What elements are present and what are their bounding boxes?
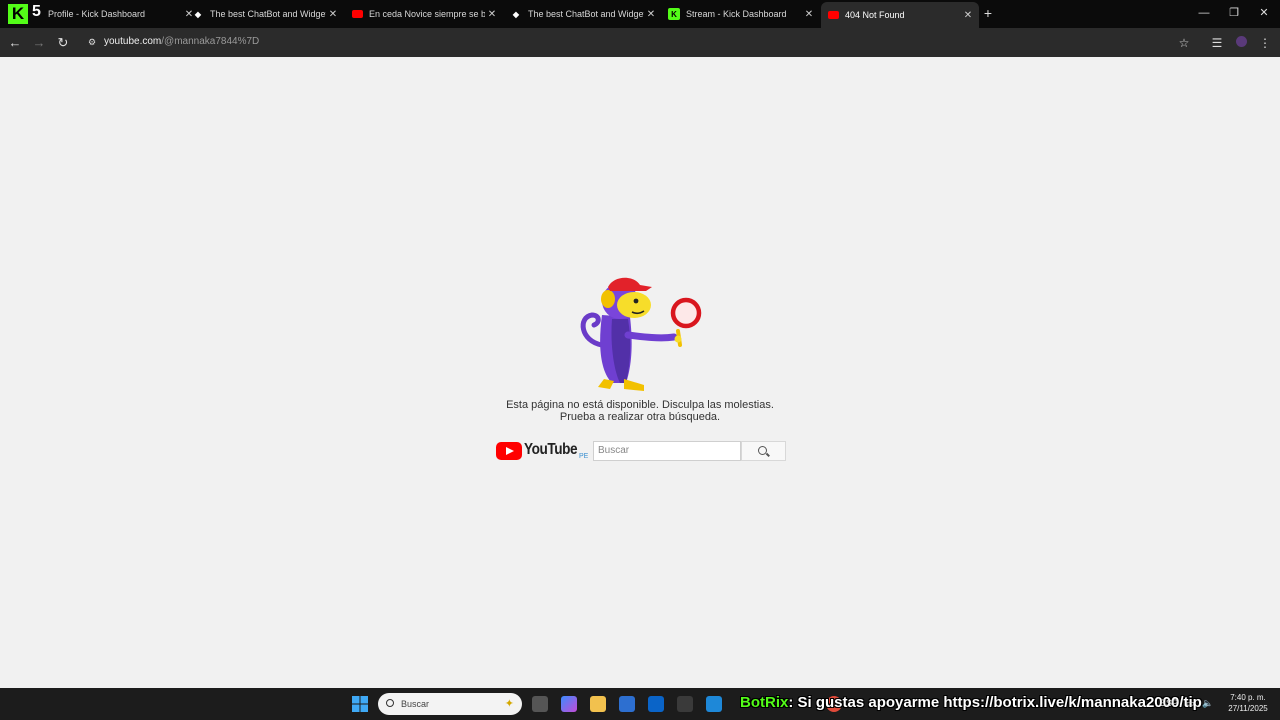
youtube-logo[interactable]: YouTube PE	[496, 441, 592, 463]
botrix-logo-icon: ◆	[512, 9, 520, 19]
youtube-play-icon	[496, 442, 522, 460]
country-code: PE	[579, 453, 589, 460]
taskbar-search[interactable]: Buscar ✦	[378, 693, 522, 715]
menu-kebab-icon[interactable]: ⋮	[1256, 34, 1274, 52]
media-control-icon[interactable]: ☰	[1208, 34, 1226, 52]
close-window-button[interactable]: ✕	[1254, 4, 1274, 22]
close-tab-icon[interactable]: ✕	[644, 9, 658, 20]
monkey-illustration	[580, 277, 702, 391]
youtube-search-input[interactable]: Buscar	[593, 441, 741, 461]
tab-profile-kick[interactable]: Profile - Kick Dashboard ✕	[42, 2, 200, 26]
youtube-logo-icon	[827, 9, 839, 21]
minimize-button[interactable]: —	[1194, 4, 1214, 22]
error-message-line2: Prueba a realizar otra búsqueda.	[559, 411, 721, 423]
tab-title: The best ChatBot and Widgets	[210, 9, 326, 19]
address-domain: youtube.com	[104, 36, 162, 47]
page-content: Esta página no está disponible. Disculpa…	[0, 57, 1280, 688]
botrix-logo-icon: ◆	[194, 9, 202, 19]
profile-avatar-icon[interactable]	[1232, 34, 1250, 52]
language-indicator[interactable]: ESP	[1160, 698, 1178, 708]
new-tab-button[interactable]: +	[980, 5, 996, 21]
error-message: Esta página no está disponible. Disculpa…	[440, 399, 840, 423]
outlook-icon[interactable]	[648, 696, 664, 712]
tab-strip: K 5 Profile - Kick Dashboard ✕ ◆ The bes…	[0, 0, 1280, 28]
windows-logo-icon	[352, 696, 368, 712]
start-button[interactable]	[352, 696, 368, 712]
back-button[interactable]: ←	[6, 34, 24, 52]
clock-time: 7:40 p. m.	[1230, 693, 1266, 702]
youtube-logo-icon	[351, 8, 363, 20]
copilot-icon[interactable]	[561, 696, 577, 712]
volume-icon[interactable]: 🔈	[1202, 698, 1213, 709]
task-view-icon[interactable]	[532, 696, 548, 712]
tab-youtube-video[interactable]: En ceda Novice siempre se baja ✕	[345, 2, 503, 26]
tab-botrix-2[interactable]: ◆ The best ChatBot and Widgets ✕	[504, 2, 662, 26]
kick-logo-icon: K	[668, 8, 680, 20]
windows-taskbar: Buscar ✦ BotRix: Si gustas apoyarme http…	[0, 688, 1280, 720]
tab-404-not-found[interactable]: 404 Not Found ✕	[821, 2, 979, 28]
bookmark-star-icon[interactable]: ☆	[1175, 34, 1193, 52]
forward-button[interactable]: →	[30, 34, 48, 52]
clock-date: 27/11/2025	[1228, 704, 1268, 713]
vscode-icon[interactable]	[706, 696, 722, 712]
tab-botrix-1[interactable]: ◆ The best ChatBot and Widgets ✕	[186, 2, 344, 26]
tab-title: The best ChatBot and Widgets	[528, 9, 644, 19]
browser-toolbar: ← → ↻ ⚙ youtube.com/@mannaka7844%7D ☆ ☰ …	[0, 28, 1280, 57]
close-tab-icon[interactable]: ✕	[802, 9, 816, 20]
close-tab-icon[interactable]: ✕	[485, 9, 499, 20]
tab-title: En ceda Novice siempre se baja	[369, 9, 485, 19]
copilot-sparkle-icon: ✦	[504, 698, 514, 710]
youtube-search-row: YouTube PE Buscar	[496, 441, 788, 463]
tab-title: Stream - Kick Dashboard	[686, 9, 787, 19]
app-icon[interactable]	[677, 696, 693, 712]
site-info-icon[interactable]: ⚙	[86, 36, 98, 48]
botrix-text: : Si gustas apoyarme https://botrix.live…	[788, 694, 1202, 711]
address-path: /@mannaka7844%7D	[161, 36, 260, 47]
close-tab-icon[interactable]: ✕	[326, 9, 340, 20]
restore-button[interactable]: ❐	[1224, 4, 1244, 22]
error-message-line1: Esta página no está disponible. Disculpa…	[506, 399, 774, 411]
tab-title: Profile - Kick Dashboard	[48, 9, 146, 19]
taskbar-search-label: Buscar	[401, 699, 430, 709]
kick-logo-icon: K	[8, 4, 28, 24]
address-bar[interactable]: youtube.com/@mannaka7844%7D	[104, 36, 259, 47]
botrix-brand: BotRix	[740, 694, 789, 711]
botrix-overlay-message: BotRix: Si gustas apoyarme https://botri…	[740, 694, 1202, 711]
overlay-number: 5	[32, 3, 41, 20]
reload-button[interactable]: ↻	[54, 34, 72, 52]
youtube-wordmark: YouTube	[524, 441, 578, 458]
youtube-search-button[interactable]	[741, 441, 786, 461]
tab-stream-kick[interactable]: K Stream - Kick Dashboard ✕	[662, 2, 820, 26]
file-explorer-icon[interactable]	[590, 696, 606, 712]
store-icon[interactable]	[619, 696, 635, 712]
system-clock[interactable]: 7:40 p. m. 27/11/2025	[1222, 692, 1274, 714]
network-icon[interactable]: ▭	[1186, 698, 1195, 709]
close-tab-icon[interactable]: ✕	[961, 10, 975, 21]
search-icon	[758, 446, 767, 455]
tab-title: 404 Not Found	[845, 10, 905, 20]
search-icon	[386, 699, 394, 707]
